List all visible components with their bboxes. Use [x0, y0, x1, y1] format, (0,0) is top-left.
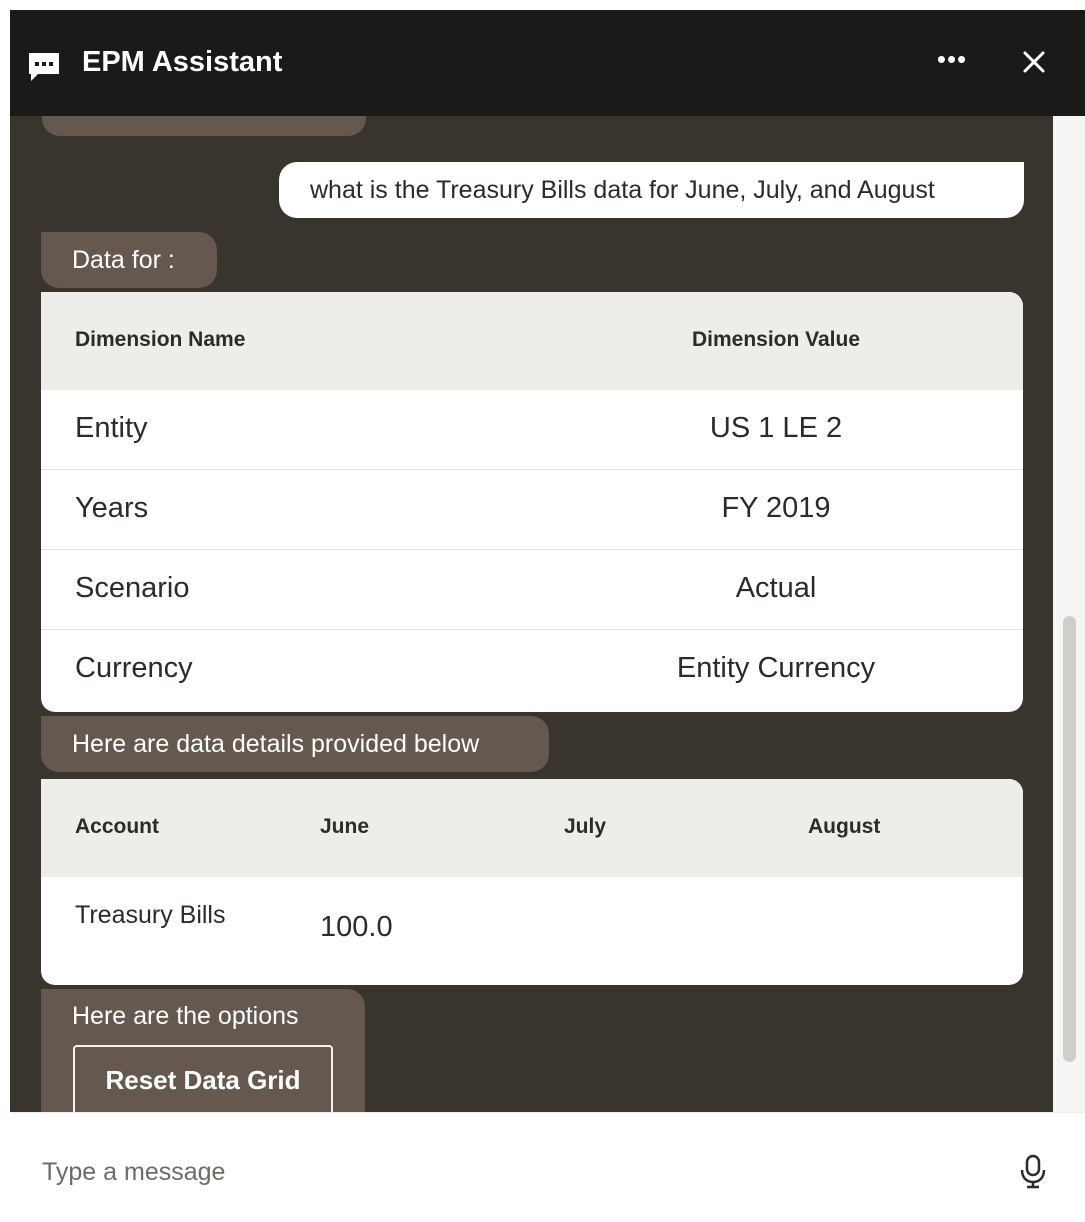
dimensions-table-header: Dimension Name Dimension Value [41, 292, 1023, 390]
bot-message-data-for: Data for : [41, 232, 217, 288]
reset-data-grid-button[interactable]: Reset Data Grid [73, 1045, 333, 1112]
accounts-table-header: Account June July August [41, 779, 1023, 877]
chat-bubble-icon [29, 53, 59, 81]
previous-bot-message [42, 116, 366, 136]
dimension-name-cell: Scenario [75, 572, 190, 604]
table-row: Treasury Bills 100.0 [41, 877, 1023, 985]
dimension-value-cell: Entity Currency [676, 652, 876, 684]
dimension-value-cell: FY 2019 [721, 492, 831, 524]
column-header-dimension-value: Dimension Value [691, 328, 861, 351]
column-header-august: August [808, 815, 881, 838]
table-row: Years FY 2019 [41, 470, 1023, 550]
table-row: Entity US 1 LE 2 [41, 390, 1023, 470]
account-name-cell: Treasury Bills [75, 901, 226, 929]
dimensions-table: Dimension Name Dimension Value Entity US… [41, 292, 1023, 712]
more-options-button[interactable]: ••• [930, 44, 974, 80]
conversation-pane[interactable]: what is the Treasury Bills data for June… [10, 116, 1053, 1112]
bot-message-details: Here are data details provided below [41, 716, 549, 772]
dimension-value-cell: Actual [735, 572, 817, 604]
dimension-name-cell: Years [75, 492, 149, 524]
dimension-value-cell: US 1 LE 2 [709, 412, 843, 444]
table-row: Currency Entity Currency [41, 630, 1023, 710]
scrollbar-thumb[interactable] [1063, 616, 1076, 1062]
table-row: Scenario Actual [41, 550, 1023, 630]
column-header-account: Account [75, 815, 159, 838]
microphone-icon[interactable] [1016, 1153, 1050, 1189]
user-message: what is the Treasury Bills data for June… [279, 162, 1024, 218]
dimension-name-cell: Currency [75, 652, 193, 684]
options-label: Here are the options [72, 1002, 299, 1030]
dimension-name-cell: Entity [75, 412, 148, 444]
column-header-june: June [320, 815, 370, 838]
assistant-title: EPM Assistant [82, 46, 283, 78]
column-header-dimension-name: Dimension Name [75, 328, 246, 351]
message-input[interactable] [30, 1147, 990, 1197]
accounts-table: Account June July August Treasury Bills … [41, 779, 1023, 985]
message-composer [10, 1112, 1085, 1222]
bot-message-options: Here are the options Reset Data Grid [41, 989, 365, 1112]
assistant-window: EPM Assistant ••• what is the Treasury B… [10, 10, 1085, 1222]
assistant-header: EPM Assistant ••• [10, 10, 1085, 116]
close-icon[interactable] [1016, 44, 1052, 80]
june-value-cell: 100.0 [320, 911, 393, 943]
more-horizontal-icon: ••• [936, 44, 968, 74]
column-header-july: July [564, 815, 607, 838]
